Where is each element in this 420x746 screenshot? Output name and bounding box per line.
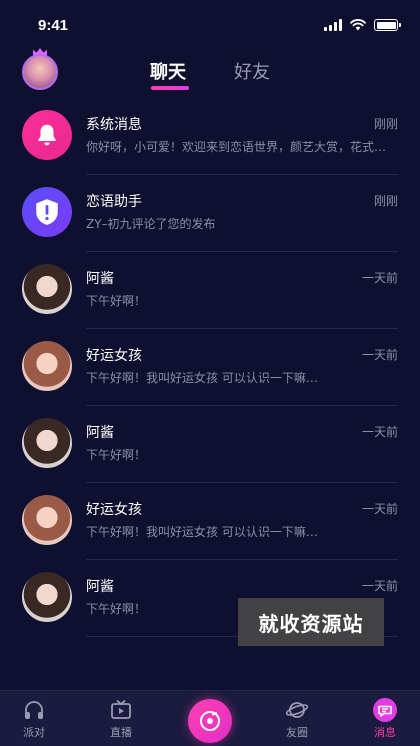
message-list: 系统消息 刚刚 你好呀，小可爱！欢迎来到恋语世界，颜艺大赏，花式整蛊… 恋语助手… <box>0 98 420 637</box>
header: 聊天 好友 <box>0 48 420 98</box>
message-preview: ZY–初九评论了您的发布 <box>86 217 216 231</box>
user-avatar <box>22 418 72 468</box>
user-avatar <box>22 341 72 391</box>
list-item[interactable]: 系统消息 刚刚 你好呀，小可爱！欢迎来到恋语世界，颜艺大赏，花式整蛊… <box>0 98 420 175</box>
message-time: 一天前 <box>361 348 398 362</box>
contact-name: 好运女孩 <box>86 502 142 518</box>
tab-live[interactable]: 直播 <box>91 697 151 740</box>
active-tab-indicator <box>151 86 189 90</box>
contact-name: 系统消息 <box>86 117 142 133</box>
bottom-tab-bar: 派对 直播 友圈 消息 <box>0 690 420 746</box>
watermark: 就收资源站 <box>238 598 384 646</box>
record-icon <box>200 711 220 731</box>
tab-messages[interactable]: 消息 <box>355 697 415 740</box>
user-avatar <box>22 572 72 622</box>
profile-avatar[interactable] <box>22 54 58 90</box>
chat-bubble-icon <box>372 697 398 723</box>
wifi-icon <box>350 19 366 31</box>
tab-label: 消息 <box>374 726 396 739</box>
contact-name: 阿酱 <box>86 271 114 287</box>
message-time: 刚刚 <box>373 194 398 208</box>
message-preview: 下午好啊！我叫好运女孩 可以认识一下嘛… <box>86 371 318 385</box>
message-time: 一天前 <box>361 502 398 516</box>
alert-icon <box>22 187 72 237</box>
message-time: 一天前 <box>361 425 398 439</box>
list-item[interactable]: 恋语助手 刚刚 ZY–初九评论了您的发布 <box>0 175 420 252</box>
bell-icon <box>22 110 72 160</box>
contact-name: 好运女孩 <box>86 348 142 364</box>
contact-name: 恋语助手 <box>86 194 142 210</box>
headphones-icon <box>21 697 47 723</box>
contact-name: 阿酱 <box>86 425 114 441</box>
contact-name: 阿酱 <box>86 579 114 595</box>
tab-label: 友圈 <box>286 726 308 739</box>
list-item[interactable]: 阿酱 一天前 下午好啊！ <box>0 252 420 329</box>
tab-chat[interactable]: 聊天 <box>150 58 186 84</box>
message-time: 一天前 <box>361 271 398 285</box>
user-avatar <box>22 495 72 545</box>
message-preview: 下午好啊！ <box>86 448 147 462</box>
list-item[interactable]: 好运女孩 一天前 下午好啊！我叫好运女孩 可以认识一下嘛… <box>0 483 420 560</box>
message-time: 刚刚 <box>373 117 398 131</box>
message-preview: 你好呀，小可爱！欢迎来到恋语世界，颜艺大赏，花式整蛊… <box>86 140 396 154</box>
record-button[interactable] <box>188 699 232 743</box>
signal-icon <box>324 19 342 31</box>
tab-label: 派对 <box>23 726 45 739</box>
battery-icon <box>374 19 401 31</box>
message-time: 一天前 <box>361 579 398 593</box>
tab-label: 直播 <box>110 726 132 739</box>
list-item[interactable]: 好运女孩 一天前 下午好啊！我叫好运女孩 可以认识一下嘛… <box>0 329 420 406</box>
tab-party[interactable]: 派对 <box>4 697 64 740</box>
planet-icon <box>284 697 310 723</box>
tv-icon <box>108 697 134 723</box>
user-avatar <box>22 264 72 314</box>
status-icons <box>324 19 401 31</box>
list-item[interactable]: 阿酱 一天前 下午好啊！ <box>0 406 420 483</box>
tab-moments[interactable]: 友圈 <box>267 697 327 740</box>
message-preview: 下午好啊！ <box>86 294 147 308</box>
status-time: 9:41 <box>38 16 69 34</box>
message-preview: 下午好啊！我叫好运女孩 可以认识一下嘛… <box>86 525 318 539</box>
tab-friends[interactable]: 好友 <box>234 58 270 84</box>
status-bar: 9:41 <box>0 0 420 50</box>
